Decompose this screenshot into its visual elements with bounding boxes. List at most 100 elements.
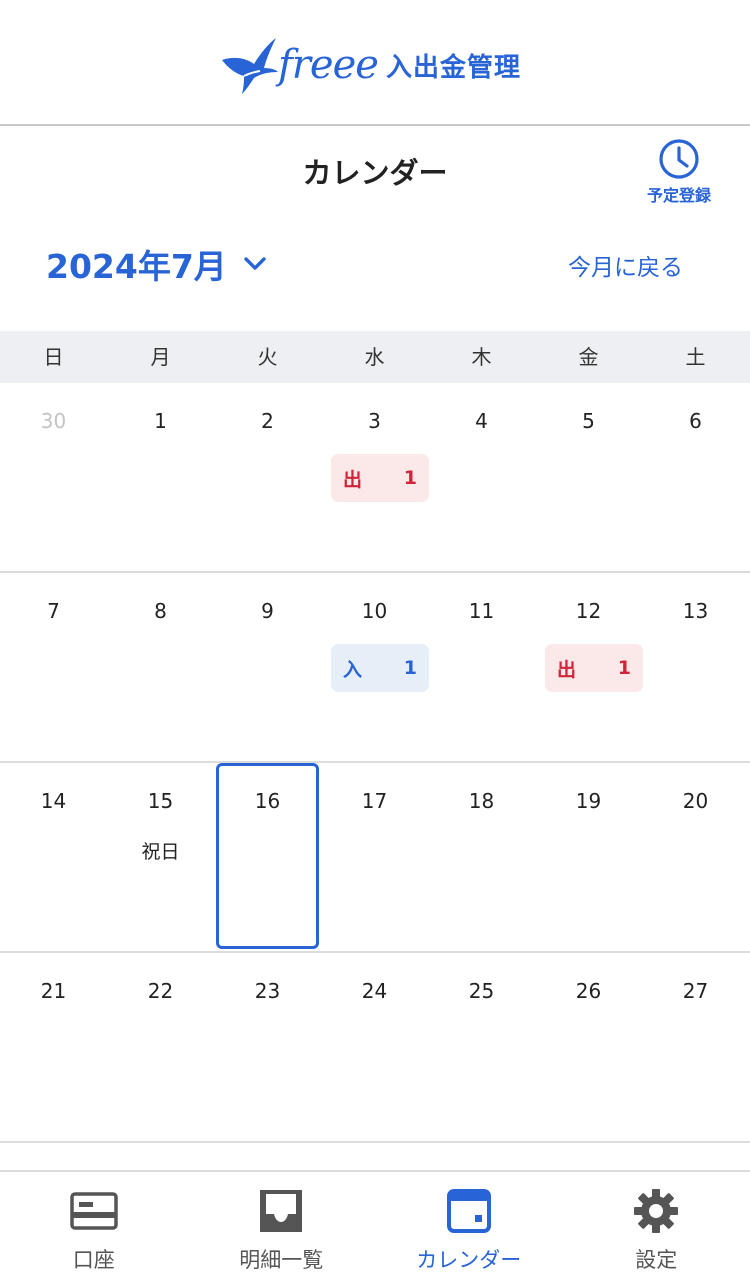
inbox-icon bbox=[260, 1190, 303, 1232]
weekday-mon: 月 bbox=[150, 345, 171, 369]
schedule-register-button[interactable]: 予定登録 bbox=[638, 138, 720, 206]
calendar-day-selected[interactable]: 16 bbox=[214, 763, 321, 951]
calendar-day[interactable]: 19 bbox=[535, 763, 642, 951]
calendar-week: 14 15 祝日 16 17 18 19 20 bbox=[0, 763, 750, 953]
calendar-day[interactable]: 12 出 1 bbox=[535, 573, 643, 761]
day-number: 15 bbox=[147, 789, 174, 813]
day-number: 11 bbox=[468, 599, 495, 623]
calendar-day[interactable]: 10 入 1 bbox=[321, 573, 429, 761]
calendar-day[interactable]: 24 bbox=[321, 953, 428, 1141]
calendar-week: 21 22 23 24 25 26 27 bbox=[0, 953, 750, 1143]
tab-label: 設定 bbox=[635, 1248, 678, 1272]
weekday-sat: 土 bbox=[685, 345, 706, 369]
holiday-label: 祝日 bbox=[141, 841, 180, 863]
calendar-day[interactable]: 6 bbox=[642, 383, 749, 571]
event-count: 1 bbox=[403, 657, 417, 679]
calendar-day[interactable]: 1 bbox=[107, 383, 214, 571]
month-label: 2024年7月 bbox=[46, 247, 227, 286]
day-number: 2 bbox=[261, 409, 274, 433]
day-number: 8 bbox=[154, 599, 167, 623]
tab-transactions[interactable]: 明細一覧 bbox=[188, 1172, 376, 1283]
day-number: 20 bbox=[682, 789, 709, 813]
day-number: 16 bbox=[254, 789, 281, 813]
day-number: 30 bbox=[40, 409, 67, 433]
day-number: 9 bbox=[261, 599, 274, 623]
freee-logo: freee 入出金管理 bbox=[220, 34, 521, 96]
calendar-day[interactable]: 2 bbox=[214, 383, 321, 571]
calendar-day[interactable]: 23 bbox=[214, 953, 321, 1141]
calendar-day[interactable]: 22 bbox=[107, 953, 214, 1141]
app-header: freee 入出金管理 bbox=[0, 0, 750, 126]
event-count: 1 bbox=[617, 657, 631, 679]
day-number: 10 bbox=[361, 599, 388, 623]
event-type-label: 出 bbox=[343, 468, 363, 491]
day-number: 22 bbox=[147, 979, 174, 1003]
day-number: 7 bbox=[47, 599, 60, 623]
day-number: 21 bbox=[40, 979, 67, 1003]
tab-label: 口座 bbox=[72, 1248, 115, 1272]
calendar-day[interactable]: 11 bbox=[428, 573, 535, 761]
logo-product-name: 入出金管理 bbox=[385, 52, 521, 83]
day-number: 5 bbox=[582, 409, 595, 433]
day-number: 23 bbox=[254, 979, 281, 1003]
calendar-day[interactable]: 5 bbox=[535, 383, 642, 571]
day-number: 24 bbox=[361, 979, 388, 1003]
day-number: 19 bbox=[575, 789, 602, 813]
day-number: 1 bbox=[154, 409, 167, 433]
day-number: 4 bbox=[475, 409, 488, 433]
tab-settings[interactable]: 設定 bbox=[563, 1172, 750, 1283]
chevron-down-icon bbox=[244, 257, 266, 270]
day-number: 12 bbox=[575, 599, 602, 623]
calendar-day[interactable]: 7 bbox=[0, 573, 107, 761]
event-count: 1 bbox=[403, 467, 417, 489]
calendar-day[interactable]: 13 bbox=[642, 573, 749, 761]
calendar-day[interactable]: 25 bbox=[428, 953, 535, 1141]
swallow-logo-icon bbox=[222, 38, 278, 94]
day-number: 18 bbox=[468, 789, 495, 813]
weekday-header: 日 月 火 水 木 金 土 bbox=[0, 331, 750, 383]
back-to-this-month-link[interactable]: 今月に戻る bbox=[568, 248, 683, 282]
day-number: 6 bbox=[689, 409, 702, 433]
calendar-day[interactable]: 18 bbox=[428, 763, 535, 951]
calendar-day[interactable]: 4 bbox=[428, 383, 535, 571]
calendar-icon bbox=[446, 1189, 491, 1233]
day-number: 25 bbox=[468, 979, 495, 1003]
calendar-week: 7 8 9 10 入 1 11 12 出 1 13 bbox=[0, 573, 750, 763]
calendar-day[interactable]: 3 出 1 bbox=[321, 383, 429, 571]
calendar-day[interactable]: 8 bbox=[107, 573, 214, 761]
calendar-day[interactable]: 14 bbox=[0, 763, 107, 951]
calendar-day[interactable]: 26 bbox=[535, 953, 642, 1141]
clock-icon bbox=[659, 139, 699, 179]
calendar-week: 30 1 2 3 出 1 4 5 6 bbox=[0, 383, 750, 573]
event-type-label: 出 bbox=[557, 658, 577, 681]
withdrawal-event-chip[interactable]: 出 1 bbox=[331, 454, 429, 502]
schedule-register-label: 予定登録 bbox=[646, 186, 711, 205]
weekday-thu: 木 bbox=[471, 345, 492, 369]
calendar-day[interactable]: 15 祝日 bbox=[107, 763, 214, 951]
day-number: 14 bbox=[40, 789, 67, 813]
day-number: 13 bbox=[682, 599, 709, 623]
day-number: 27 bbox=[682, 979, 709, 1003]
tab-calendar[interactable]: カレンダー bbox=[375, 1172, 563, 1283]
calendar-grid: 30 1 2 3 出 1 4 5 6 7 8 9 10 入 1 11 12 出 … bbox=[0, 383, 750, 1143]
weekday-wed: 水 bbox=[364, 345, 385, 369]
bank-card-icon bbox=[70, 1192, 118, 1230]
bottom-tab-bar: 口座 明細一覧 カレンダー 設定 bbox=[0, 1170, 750, 1283]
calendar-day[interactable]: 20 bbox=[642, 763, 749, 951]
deposit-event-chip[interactable]: 入 1 bbox=[331, 644, 429, 692]
tab-accounts[interactable]: 口座 bbox=[0, 1172, 188, 1283]
day-number: 17 bbox=[361, 789, 388, 813]
calendar-day[interactable]: 27 bbox=[642, 953, 749, 1141]
weekday-tue: 火 bbox=[257, 345, 278, 369]
tab-label: 明細一覧 bbox=[239, 1248, 324, 1272]
calendar-day[interactable]: 9 bbox=[214, 573, 321, 761]
event-type-label: 入 bbox=[343, 658, 363, 681]
gear-icon bbox=[634, 1189, 679, 1233]
calendar-day-prev-month[interactable]: 30 bbox=[0, 383, 107, 571]
month-selector[interactable]: 2024年7月 bbox=[46, 240, 269, 288]
calendar-day[interactable]: 21 bbox=[0, 953, 107, 1141]
calendar-day[interactable]: 17 bbox=[321, 763, 428, 951]
withdrawal-event-chip[interactable]: 出 1 bbox=[545, 644, 643, 692]
weekday-sun: 日 bbox=[43, 345, 64, 369]
weekday-fri: 金 bbox=[578, 345, 599, 369]
